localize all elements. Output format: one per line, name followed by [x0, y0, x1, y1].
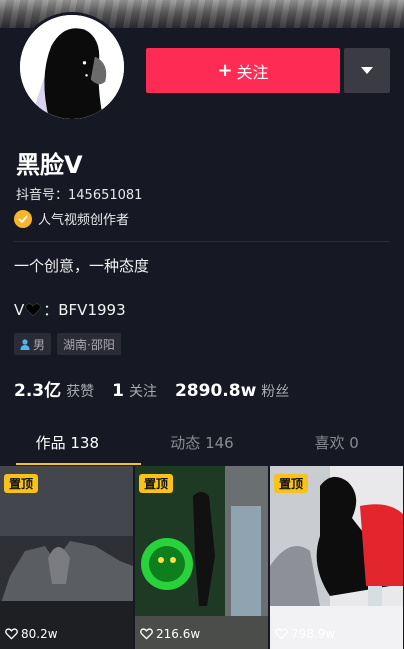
video-likes-count: 216.6w [156, 627, 201, 641]
contact-line: V ：BFV1993 [14, 299, 126, 320]
video-likes: 80.2w [5, 627, 58, 641]
pinned-badge: 置顶 [139, 474, 174, 493]
black-heart-icon [25, 303, 41, 317]
heart-outline-icon [5, 628, 18, 640]
video-thumbnail-image [135, 466, 268, 649]
likes-count: 2.3亿 [14, 381, 62, 401]
avatar[interactable] [17, 12, 127, 122]
pinned-badge: 置顶 [274, 474, 309, 493]
gender-tag: 男 [14, 333, 52, 355]
fans-label: 粉丝 [261, 384, 290, 400]
avatar-image [20, 15, 124, 119]
creator-badge-row: 人气视频创作者 [14, 209, 129, 228]
following-count: 1 [112, 381, 124, 401]
heart-outline-icon [140, 628, 153, 640]
following-label: 关注 [128, 384, 157, 400]
location-tag: 湖南·邵阳 [57, 333, 121, 355]
video-likes: 798.9w [275, 627, 335, 641]
contact-prefix: V [14, 300, 25, 319]
likes-label: 获赞 [66, 384, 95, 400]
video-thumbnail-image [0, 466, 133, 649]
more-options-button[interactable] [344, 48, 390, 93]
video-thumbnail[interactable]: 置顶 216.6w [135, 466, 268, 649]
profile-tags: 男 湖南·邵阳 [14, 333, 121, 355]
video-likes: 216.6w [140, 627, 200, 641]
check-badge-icon [14, 209, 32, 228]
bio: 一个创意，一种态度 [14, 257, 150, 275]
video-thumbnail-image [270, 466, 403, 649]
gender-label: 男 [33, 337, 46, 352]
profile-tabs: 作品 138 动态 146 喜欢 0 [0, 425, 404, 465]
caret-down-icon [361, 66, 373, 74]
douyin-id: 抖音号：145651081 [16, 188, 143, 203]
following-stat[interactable]: 1 关注 [112, 381, 157, 401]
tab-likes[interactable]: 喜欢 0 [269, 425, 404, 465]
nickname: 黑脸V [16, 151, 83, 179]
follow-button[interactable]: + 关注 [146, 48, 340, 93]
video-thumbnail[interactable]: 置顶 798.9w [270, 466, 403, 649]
video-grid: 置顶 80.2w 置顶 216.6w 置顶 798.9w [0, 466, 404, 649]
fans-stat[interactable]: 2890.8w 粉丝 [175, 381, 289, 401]
heart-outline-icon [275, 628, 288, 640]
plus-icon: + [217, 60, 233, 81]
contact-id: ：BFV1993 [43, 301, 126, 319]
follow-label: 关注 [236, 62, 269, 82]
profile-stats: 2.3亿 获赞 1 关注 2890.8w 粉丝 [14, 376, 307, 401]
divider [14, 241, 390, 242]
likes-stat: 2.3亿 获赞 [14, 376, 94, 401]
video-likes-count: 80.2w [21, 627, 58, 641]
video-likes-count: 798.9w [291, 627, 336, 641]
tab-works[interactable]: 作品 138 [0, 425, 141, 465]
location-label: 湖南·邵阳 [63, 337, 115, 352]
video-thumbnail[interactable]: 置顶 80.2w [0, 466, 133, 649]
tab-dynamics[interactable]: 动态 146 [135, 425, 270, 465]
pinned-badge: 置顶 [4, 474, 39, 493]
fans-count: 2890.8w [174, 381, 257, 401]
person-icon [20, 338, 30, 350]
creator-label: 人气视频创作者 [38, 213, 130, 228]
